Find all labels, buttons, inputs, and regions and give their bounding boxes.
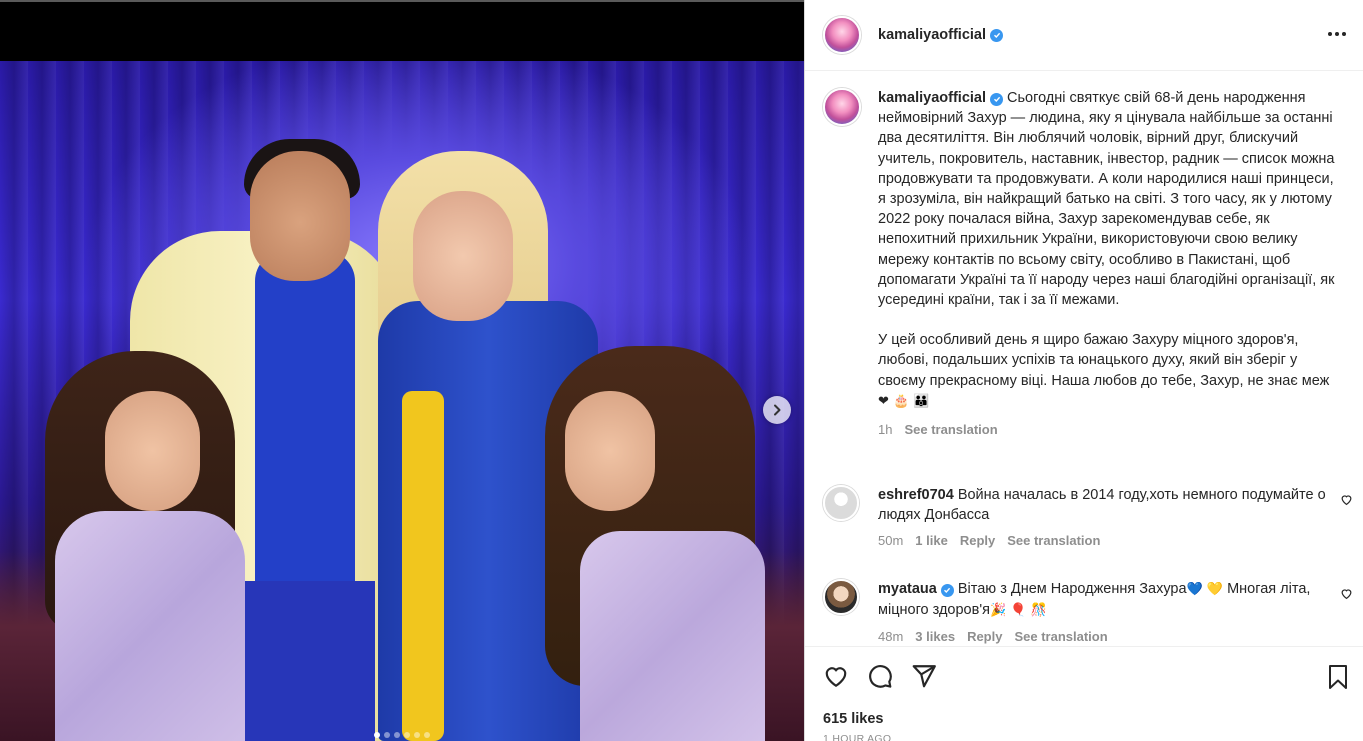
author-username[interactable]: kamaliyaofficial <box>878 27 986 43</box>
likes-count[interactable]: 615 likes <box>823 711 883 727</box>
comment-reply-button[interactable]: Reply <box>967 627 1002 646</box>
carousel-dot <box>404 732 410 738</box>
caption-emoji: ❤ 🎂 👪 <box>878 393 930 409</box>
caption-author-username[interactable]: kamaliyaofficial <box>878 90 986 106</box>
comment-see-translation-link[interactable]: See translation <box>1007 531 1100 551</box>
comments-section[interactable]: kamaliyaofficial Сьогодні святкує свій 6… <box>805 71 1363 646</box>
comment-reply-button[interactable]: Reply <box>960 531 995 551</box>
verified-badge-icon <box>990 28 1003 42</box>
save-button[interactable] <box>1326 664 1350 695</box>
man-pants <box>225 581 375 741</box>
carousel-dot <box>384 732 390 738</box>
comment-see-translation-link[interactable]: See translation <box>1014 627 1107 646</box>
carousel-dot <box>374 732 380 738</box>
verified-badge-icon <box>940 583 954 597</box>
carousel-dot <box>414 732 420 738</box>
carousel-next-button[interactable] <box>763 396 791 424</box>
share-icon <box>912 665 936 688</box>
comment-item: myataua Вітаю з Днем Народження Захура💙 … <box>823 579 1353 646</box>
girl-left-face <box>105 391 200 511</box>
verified-badge-icon <box>990 92 1003 106</box>
top-divider <box>0 0 804 2</box>
girl-right-face <box>565 391 655 511</box>
carousel-dots <box>0 732 804 738</box>
post-side-panel: kamaliyaofficial kamaliyaofficial Сьогод… <box>804 0 1363 741</box>
comment-emoji-2: 🎉 🎈 🎊 <box>989 603 1047 619</box>
comment-time: 48m <box>878 629 904 645</box>
caption-paragraph-1: Сьогодні святкує свій 68-й день народжен… <box>878 90 1335 309</box>
next-arrow-icon <box>774 404 781 416</box>
heart-icon <box>1341 589 1352 600</box>
comment-emoji: 💙 💛 <box>1186 582 1224 597</box>
commenter-username[interactable]: myataua <box>878 581 937 597</box>
comment-time: 50m <box>878 533 904 549</box>
carousel-dot <box>394 732 400 738</box>
woman-dress-yellow <box>402 391 444 741</box>
comment-button[interactable] <box>867 663 893 694</box>
comment-item: eshref0704 Война началась в 2014 году,хо… <box>823 485 1353 552</box>
post-photo[interactable] <box>0 61 804 741</box>
post-timestamp: 1 HOUR AGO <box>823 733 892 741</box>
caption-author-avatar[interactable] <box>823 88 861 126</box>
bookmark-icon <box>1329 665 1347 689</box>
comment-meta: 50m 1 like Reply See translation <box>878 531 1333 551</box>
caption-text: kamaliyaofficial Сьогодні святкує свій 6… <box>878 88 1338 310</box>
caption-paragraph-2: У цей особливий день я щиро бажаю Захуру… <box>878 332 1330 389</box>
girl-right-body <box>580 531 765 741</box>
more-options-button[interactable] <box>1328 26 1346 42</box>
post-actions: 615 likes 1 HOUR AGO <box>805 646 1363 741</box>
man-shirt <box>255 251 355 611</box>
comment-icon <box>869 665 892 688</box>
caption-see-translation-link[interactable]: See translation <box>904 420 997 440</box>
post-header: kamaliyaofficial <box>805 0 1363 71</box>
caption-meta: 1h See translation <box>878 420 1338 440</box>
commenter-avatar[interactable] <box>823 579 859 615</box>
caption-paragraph-2-wrap: У цей особливий день я щиро бажаю Захуру… <box>878 330 1338 412</box>
post-caption: kamaliyaofficial Сьогодні святкує свій 6… <box>823 88 1353 440</box>
heart-icon <box>825 667 847 688</box>
comment-like-button[interactable] <box>1340 587 1353 605</box>
comment-text: Вітаю з Днем Народження Захура <box>957 581 1187 597</box>
post-media <box>0 0 804 741</box>
heart-icon <box>1341 495 1352 506</box>
woman-face <box>413 191 513 321</box>
more-icon <box>1328 32 1332 36</box>
commenter-avatar[interactable] <box>823 485 859 521</box>
comment-meta: 48m 3 likes Reply See translation <box>878 627 1333 646</box>
comment-likes[interactable]: 1 like <box>915 531 948 551</box>
author-avatar[interactable] <box>823 16 861 54</box>
caption-time: 1h <box>878 422 893 438</box>
carousel-dot <box>424 732 430 738</box>
like-button[interactable] <box>823 663 849 694</box>
comment-like-button[interactable] <box>1340 493 1353 511</box>
comment-likes[interactable]: 3 likes <box>915 627 955 646</box>
share-button[interactable] <box>911 663 937 694</box>
man-face <box>250 151 350 281</box>
commenter-username[interactable]: eshref0704 <box>878 487 954 503</box>
girl-left-body <box>55 511 245 741</box>
